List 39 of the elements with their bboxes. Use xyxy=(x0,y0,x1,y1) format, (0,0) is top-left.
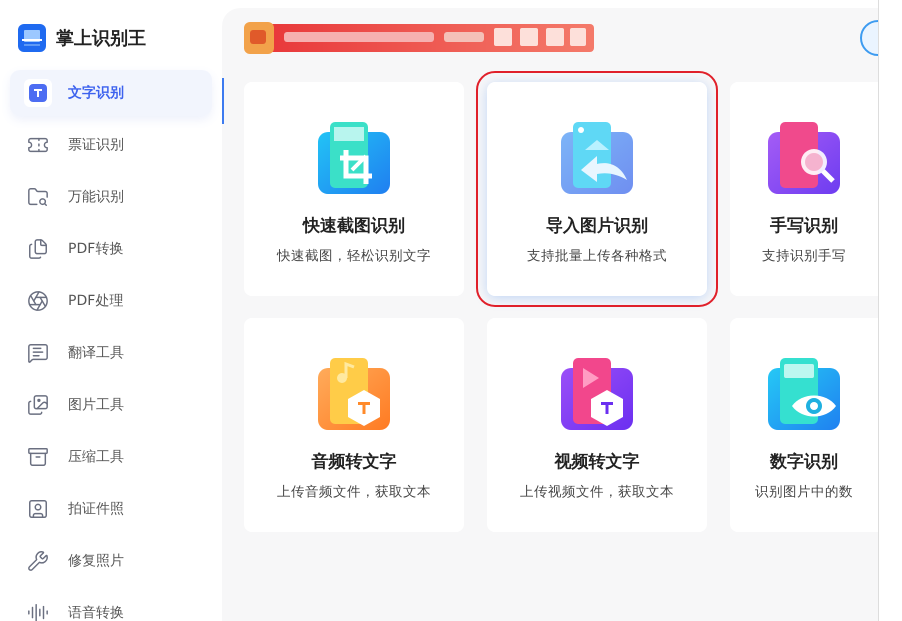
sidebar-item[interactable]: 图片工具 xyxy=(10,382,212,428)
eye-icon xyxy=(766,356,842,432)
sidebar-item[interactable]: 修复照片 xyxy=(10,538,212,584)
sidebar-item[interactable]: 拍证件照 xyxy=(10,486,212,532)
play-icon xyxy=(559,356,635,432)
card-title: 数字识别 xyxy=(770,451,838,473)
sidebar-item[interactable]: 万能识别 xyxy=(10,174,212,220)
card-title: 音频转文字 xyxy=(312,451,396,473)
sidebar-item[interactable]: 票证识别 xyxy=(10,122,212,168)
sidebar-item[interactable]: PDF转换 xyxy=(10,226,212,272)
sidebar-item[interactable]: PDF处理 xyxy=(10,278,212,324)
card-subtitle: 上传视频文件，获取文本 xyxy=(520,483,674,501)
feature-card[interactable]: 快速截图识别 快速截图，轻松识别文字 xyxy=(244,82,464,296)
music-note-icon xyxy=(316,356,392,432)
feature-card[interactable]: 手写识别 支持识别手写 xyxy=(730,82,878,296)
sidebar-item[interactable]: 压缩工具 xyxy=(10,434,212,480)
app-logo-icon xyxy=(18,24,46,52)
card-subtitle: 支持识别手写 xyxy=(762,247,846,265)
feature-card[interactable]: 数字识别 识别图片中的数 xyxy=(730,318,878,532)
magnifier-icon xyxy=(766,120,842,196)
card-subtitle: 识别图片中的数 xyxy=(755,483,853,501)
card-title: 导入图片识别 xyxy=(546,215,648,237)
card-subtitle: 快速截图，轻松识别文字 xyxy=(277,247,431,265)
photo-import-icon xyxy=(559,120,635,196)
sidebar-item[interactable]: 语音转换 xyxy=(10,590,212,621)
card-subtitle: 支持批量上传各种格式 xyxy=(527,247,667,265)
feature-card[interactable]: 视频转文字 上传视频文件，获取文本 xyxy=(487,318,707,532)
crop-icon xyxy=(316,120,392,196)
feature-card[interactable]: 音频转文字 上传音频文件，获取文本 xyxy=(244,318,464,532)
card-title: 视频转文字 xyxy=(554,451,640,473)
text-icon xyxy=(24,79,52,107)
active-indicator xyxy=(222,78,224,124)
sidebar-item[interactable]: 文字识别 xyxy=(10,70,212,116)
app-name: 掌上识别王 xyxy=(56,27,146,50)
card-subtitle: 上传音频文件，获取文本 xyxy=(277,483,431,501)
card-title: 快速截图识别 xyxy=(303,215,405,237)
feature-card[interactable]: 导入图片识别 支持批量上传各种格式 xyxy=(487,82,707,296)
sidebar-item[interactable]: 翻译工具 xyxy=(10,330,212,376)
card-title: 手写识别 xyxy=(770,215,838,237)
